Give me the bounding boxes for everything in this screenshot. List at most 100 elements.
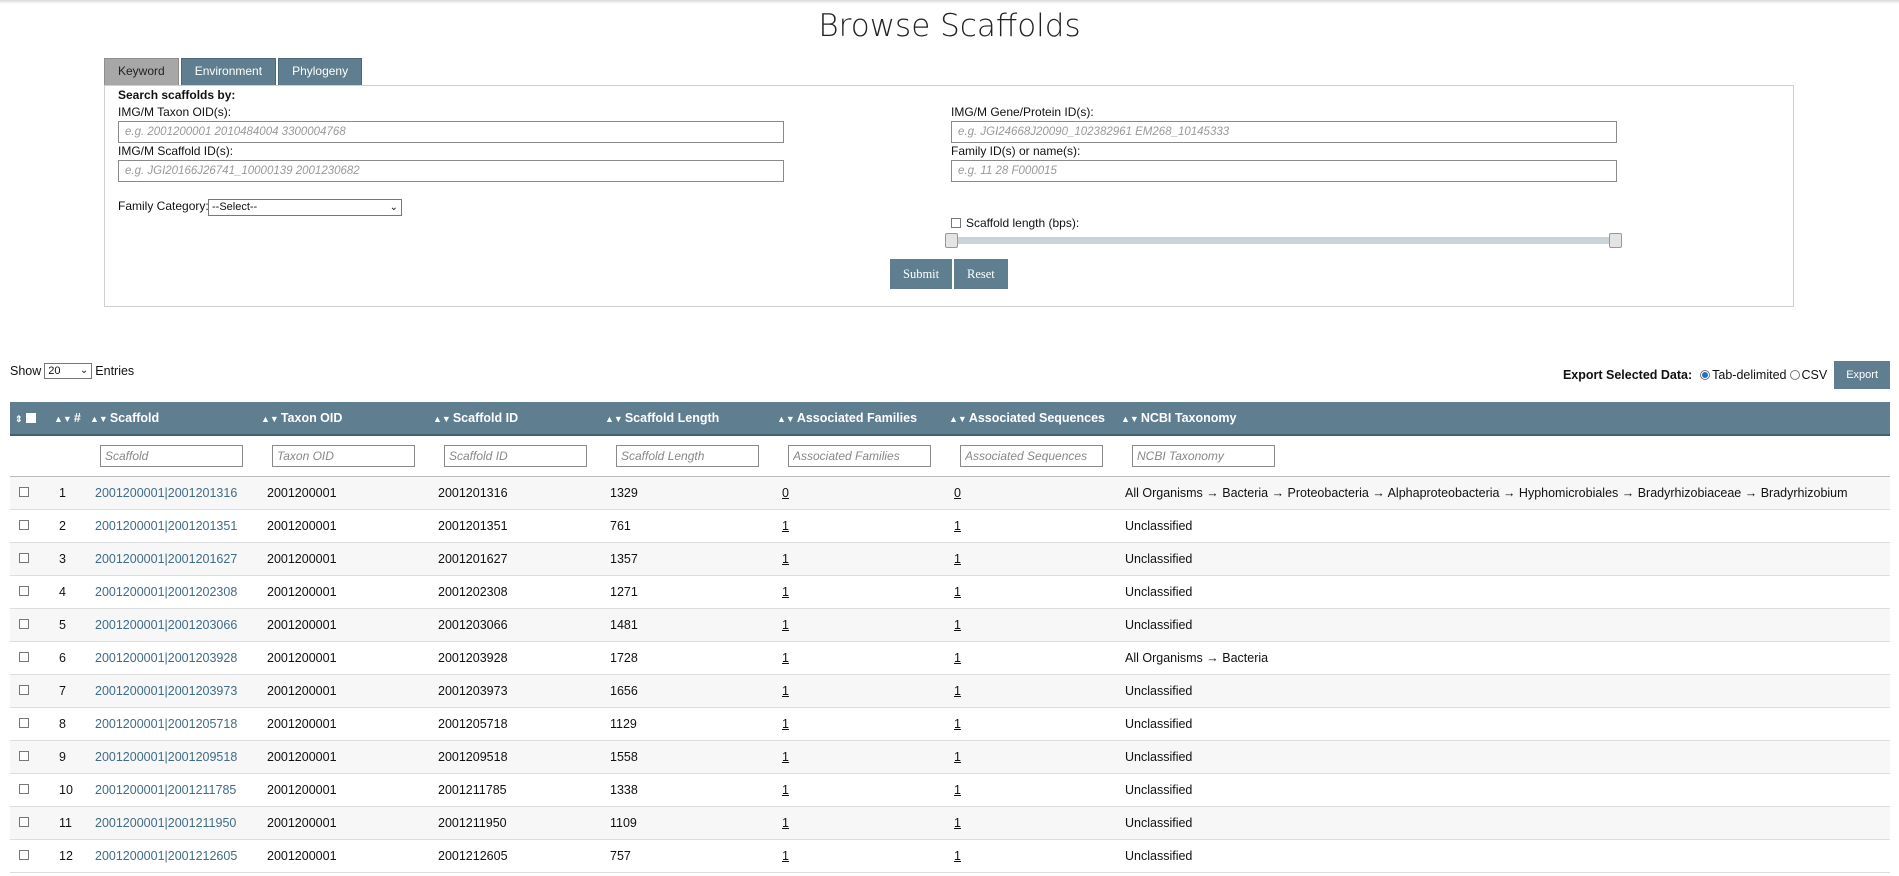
- select-all-checkbox[interactable]: [26, 413, 36, 423]
- header-associated-families[interactable]: ▲▼ Associated Families: [777, 402, 917, 434]
- scaffold-link[interactable]: 2001200001|2001203066: [95, 609, 237, 641]
- row-checkbox[interactable]: [19, 817, 29, 827]
- filter-scaffold-input[interactable]: [100, 445, 243, 467]
- associated-sequences-link[interactable]: 1: [954, 840, 961, 872]
- slider-min-handle[interactable]: [945, 233, 958, 248]
- ncbi-taxonomy-cell: All Organisms → Bacteria → Proteobacteri…: [1125, 486, 1848, 500]
- header-number[interactable]: ▲▼ #: [54, 402, 81, 434]
- entries-select[interactable]: 20 ⌄: [44, 363, 93, 379]
- scaffold-id-cell: 2001201316: [438, 486, 508, 500]
- taxon-oid-input[interactable]: [118, 121, 784, 143]
- row-checkbox[interactable]: [19, 652, 29, 662]
- row-number: 10: [59, 783, 73, 797]
- submit-button[interactable]: Submit: [890, 259, 953, 289]
- family-category-label: Family Category:: [118, 199, 209, 213]
- row-checkbox[interactable]: [19, 685, 29, 695]
- header-taxon-oid[interactable]: ▲▼ Taxon OID: [261, 402, 342, 434]
- tab-environment[interactable]: Environment: [180, 58, 277, 85]
- family-id-input[interactable]: [951, 160, 1617, 182]
- associated-families-link[interactable]: 1: [782, 807, 789, 839]
- associated-families-link[interactable]: 1: [782, 708, 789, 740]
- row-number: 3: [59, 552, 66, 566]
- filter-associated-sequences-input[interactable]: [960, 445, 1103, 467]
- ncbi-taxonomy-cell: Unclassified: [1125, 684, 1193, 698]
- scaffold-id-input[interactable]: [118, 160, 784, 182]
- associated-sequences-link[interactable]: 1: [954, 576, 961, 608]
- tab-delimited-radio[interactable]: [1700, 370, 1711, 380]
- associated-sequences-link[interactable]: 1: [954, 642, 961, 674]
- associated-sequences-link[interactable]: 0: [954, 477, 961, 509]
- filter-taxon-oid-input[interactable]: [272, 445, 415, 467]
- row-checkbox[interactable]: [19, 619, 29, 629]
- header-scaffold-length[interactable]: ▲▼ Scaffold Length: [605, 402, 719, 434]
- row-checkbox[interactable]: [19, 718, 29, 728]
- export-button[interactable]: Export: [1834, 361, 1890, 389]
- associated-sequences-link[interactable]: 1: [954, 543, 961, 575]
- header-scaffold-id[interactable]: ▲▼ Scaffold ID: [433, 402, 518, 434]
- row-checkbox[interactable]: [19, 751, 29, 761]
- associated-sequences-link[interactable]: 1: [954, 807, 961, 839]
- header-associated-sequences[interactable]: ▲▼ Associated Sequences: [949, 402, 1105, 434]
- filter-scaffold-id-input[interactable]: [444, 445, 587, 467]
- associated-sequences-link[interactable]: 1: [954, 609, 961, 641]
- associated-sequences-link[interactable]: 1: [954, 510, 961, 542]
- ncbi-taxonomy-cell: Unclassified: [1125, 585, 1193, 599]
- row-checkbox[interactable]: [19, 487, 29, 497]
- header-scaffold[interactable]: ▲▼ Scaffold: [90, 402, 159, 434]
- gene-protein-input[interactable]: [951, 121, 1617, 143]
- entries-control: Show 20 ⌄ Entries: [10, 363, 134, 379]
- associated-sequences-link[interactable]: 1: [954, 741, 961, 773]
- scaffold-link[interactable]: 2001200001|2001203928: [95, 642, 237, 674]
- row-checkbox[interactable]: [19, 784, 29, 794]
- scaffold-link[interactable]: 2001200001|2001212605: [95, 840, 237, 872]
- associated-families-link[interactable]: 0: [782, 477, 789, 509]
- reset-button[interactable]: Reset: [954, 259, 1008, 289]
- ncbi-taxonomy-cell: Unclassified: [1125, 552, 1193, 566]
- scaffold-link[interactable]: 2001200001|2001203973: [95, 675, 237, 707]
- associated-families-link[interactable]: 1: [782, 576, 789, 608]
- scaffold-link[interactable]: 2001200001|2001201316: [95, 477, 237, 509]
- csv-radio[interactable]: [1789, 370, 1800, 380]
- associated-families-link[interactable]: 1: [782, 840, 789, 872]
- family-category-select[interactable]: --Select-- ⌄: [208, 199, 402, 216]
- scaffold-link[interactable]: 2001200001|2001209518: [95, 741, 237, 773]
- row-checkbox[interactable]: [19, 520, 29, 530]
- associated-families-link[interactable]: 1: [782, 675, 789, 707]
- scaffold-link[interactable]: 2001200001|2001201351: [95, 510, 237, 542]
- scaffold-link[interactable]: 2001200001|2001205718: [95, 708, 237, 740]
- row-checkbox[interactable]: [19, 586, 29, 596]
- scaffold-link[interactable]: 2001200001|2001211950: [95, 807, 236, 839]
- associated-families-link[interactable]: 1: [782, 741, 789, 773]
- filter-associated-families-input[interactable]: [788, 445, 931, 467]
- row-checkbox[interactable]: [19, 553, 29, 563]
- filter-scaffold-length-input[interactable]: [616, 445, 759, 467]
- row-number: 7: [59, 684, 66, 698]
- associated-sequences-link[interactable]: 1: [954, 774, 961, 806]
- tab-keyword[interactable]: Keyword: [104, 58, 179, 85]
- associated-sequences-link[interactable]: 1: [954, 708, 961, 740]
- associated-families-link[interactable]: 1: [782, 543, 789, 575]
- table-row: 8 2001200001|2001205718 2001200001 20012057…: [10, 708, 1890, 741]
- associated-families-link[interactable]: 1: [782, 510, 789, 542]
- table-row: 7 2001200001|2001203973 2001200001 20012039…: [10, 675, 1890, 708]
- header-ncbi-taxonomy[interactable]: ▲▼ NCBI Taxonomy: [1121, 402, 1236, 434]
- sort-icon: ▲▼: [1121, 414, 1139, 424]
- filter-ncbi-taxonomy-input[interactable]: [1132, 445, 1275, 467]
- tab-delimited-label: Tab-delimited: [1712, 368, 1787, 382]
- scaffold-link[interactable]: 2001200001|2001201627: [95, 543, 237, 575]
- select-all-sort[interactable]: ⇕: [15, 402, 25, 434]
- associated-families-link[interactable]: 1: [782, 642, 789, 674]
- row-number: 12: [59, 849, 73, 863]
- scaffold-length-checkbox[interactable]: [951, 218, 961, 228]
- ncbi-taxonomy-cell: All Organisms → Bacteria: [1125, 651, 1269, 665]
- row-checkbox[interactable]: [19, 850, 29, 860]
- scaffold-link[interactable]: 2001200001|2001211785: [95, 774, 236, 806]
- scaffold-length-slider[interactable]: [951, 237, 1615, 244]
- scaffold-link[interactable]: 2001200001|2001202308: [95, 576, 237, 608]
- associated-families-link[interactable]: 1: [782, 609, 789, 641]
- taxon-oid-cell: 2001200001: [267, 519, 337, 533]
- slider-max-handle[interactable]: [1609, 233, 1622, 248]
- tab-phylogeny[interactable]: Phylogeny: [278, 58, 363, 85]
- associated-families-link[interactable]: 1: [782, 774, 789, 806]
- associated-sequences-link[interactable]: 1: [954, 675, 961, 707]
